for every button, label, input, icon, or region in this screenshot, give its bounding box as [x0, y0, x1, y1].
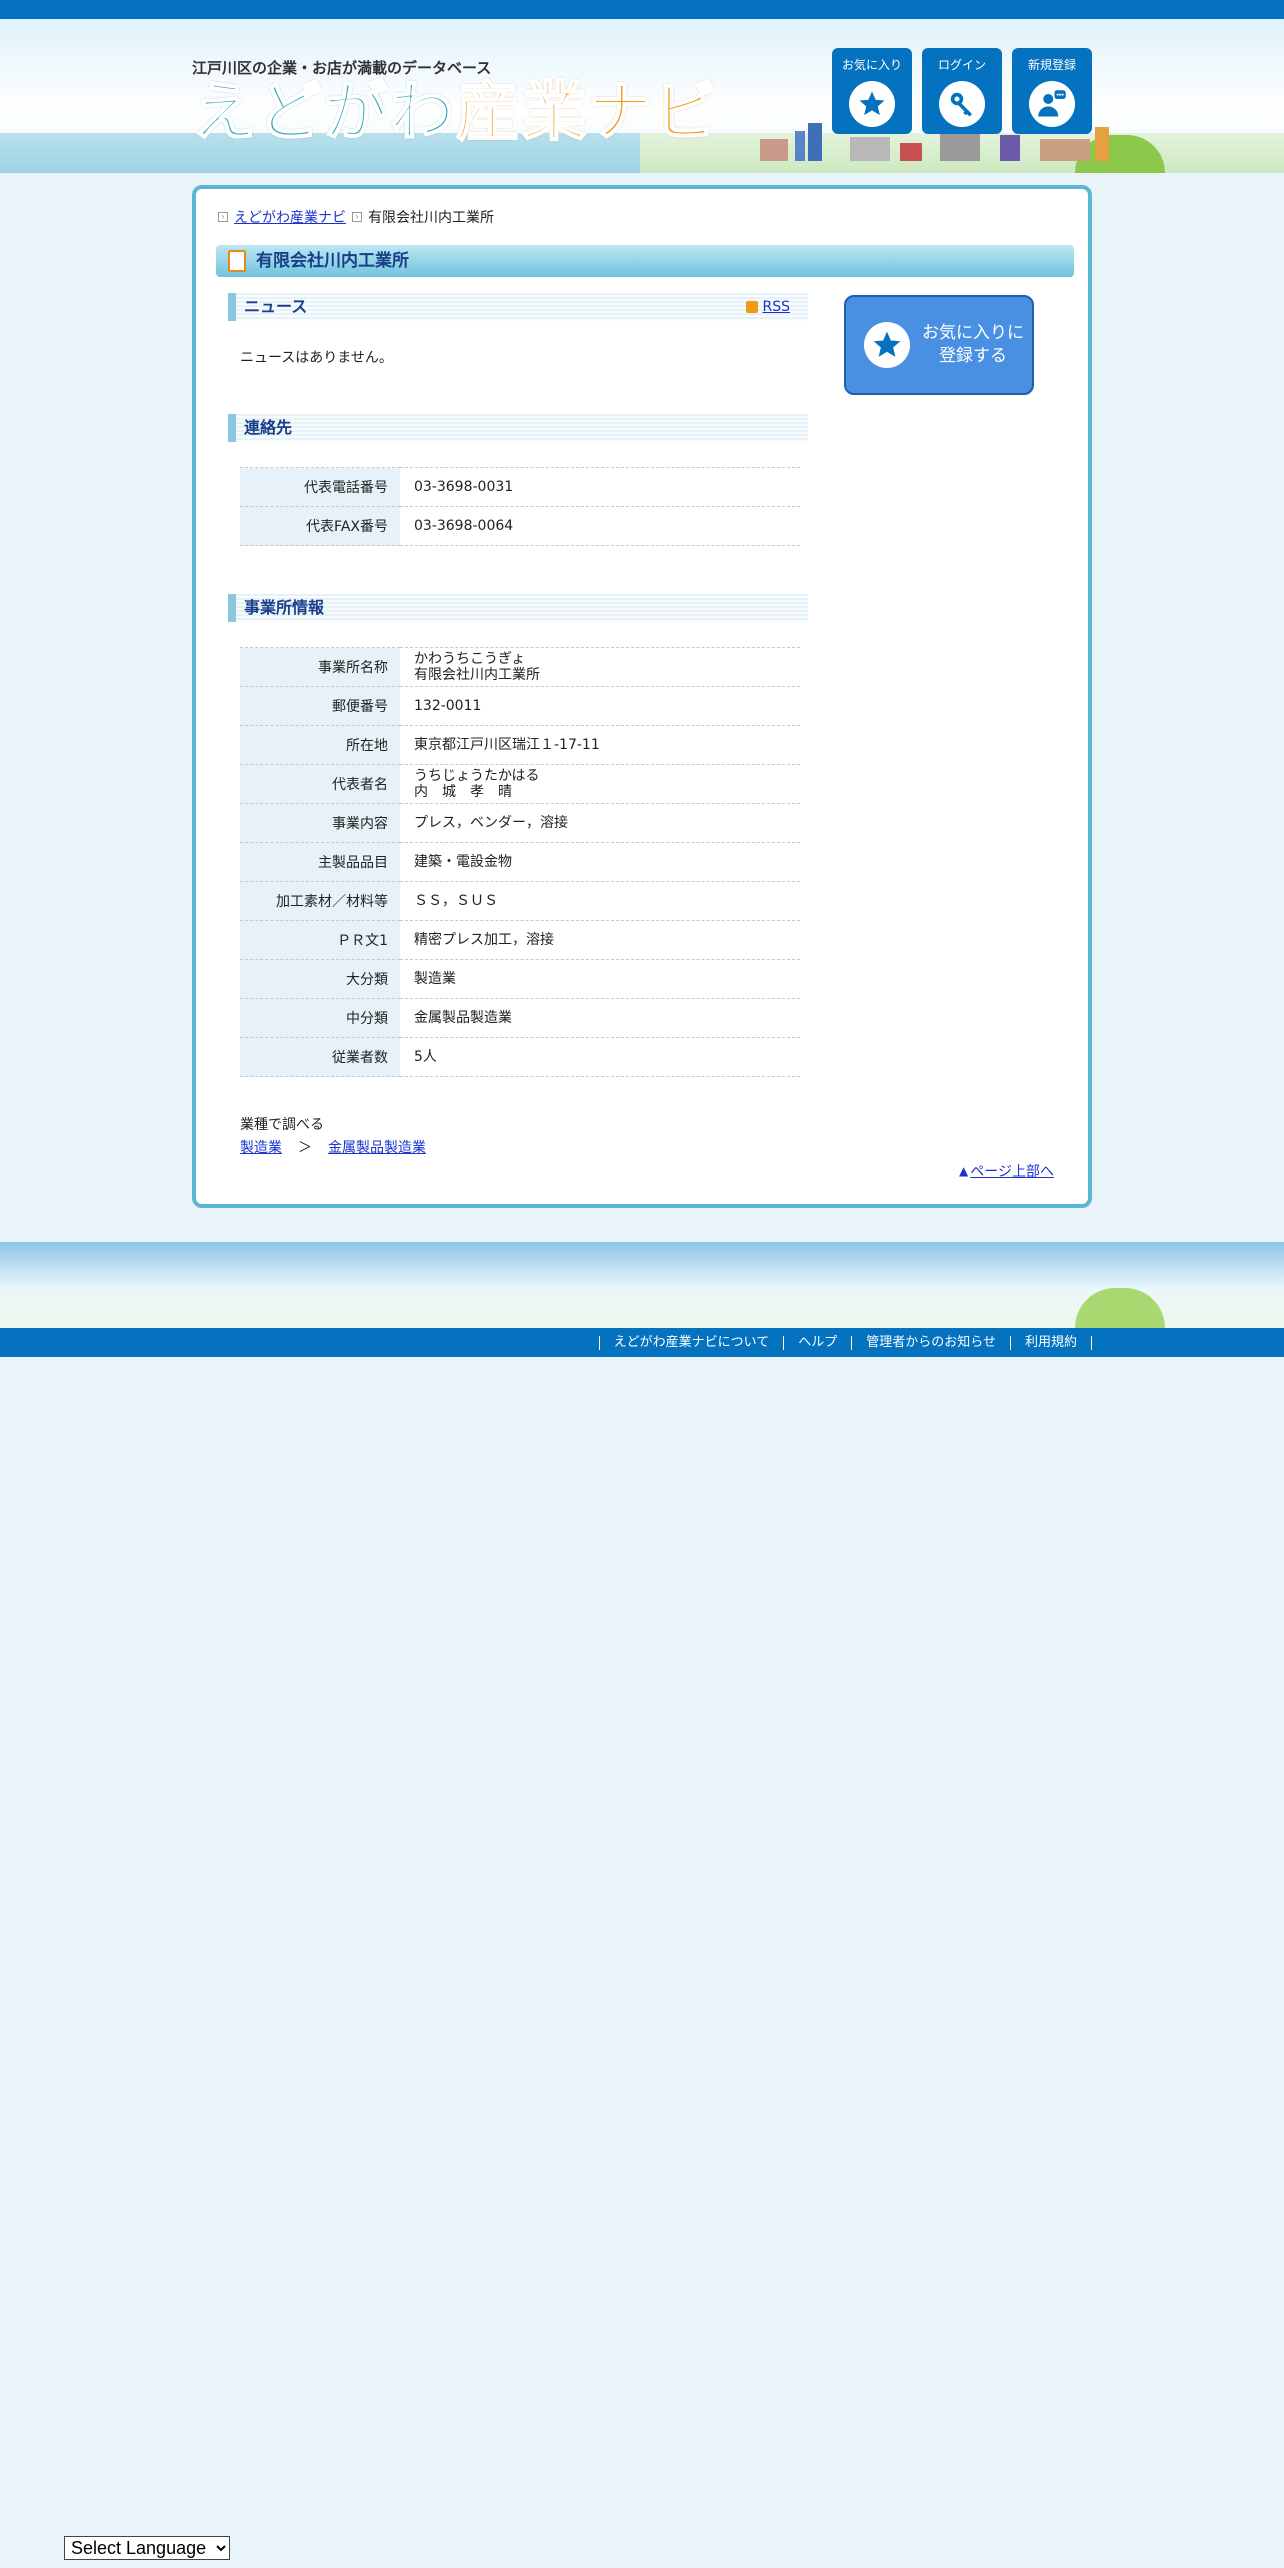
- footer-nav-bar: えどがわ産業ナビについて ヘルプ 管理者からのお知らせ 利用規約: [0, 1328, 1284, 1357]
- back-to-top[interactable]: ▲ ページ上部へ: [959, 1161, 1054, 1181]
- favorites-button[interactable]: お気に入り: [832, 48, 912, 134]
- industry-search-label: 業種で調べる: [240, 1117, 324, 1133]
- representative-value: 内 城 孝 晴: [414, 784, 512, 800]
- site-header: 江戸川区の企業・お店が満載のデータベース えどがわ産業ナビ お気に入り ログイン…: [0, 19, 1284, 173]
- logo-text-sangyo-navi: 産業ナビ: [455, 76, 720, 150]
- table-row: 代表者名 うちじょうたかはる内 城 孝 晴: [240, 764, 800, 804]
- language-select[interactable]: Select Language: [64, 2536, 230, 2560]
- news-heading-text: ニュース: [244, 297, 308, 316]
- main-content-panel: › えどがわ産業ナビ › 有限会社川内工業所 有限会社川内工業所 ニュース RS…: [192, 185, 1092, 1208]
- table-row: 主製品品目 建築・電設金物: [240, 842, 800, 882]
- register-button[interactable]: 新規登録: [1012, 48, 1092, 134]
- add-to-favorites-line2: 登録する: [939, 346, 1007, 366]
- table-row: 中分類 金属製品製造業: [240, 998, 800, 1038]
- register-button-label: 新規登録: [1027, 58, 1076, 72]
- site-tagline: 江戸川区の企業・お店が満載のデータベース: [192, 59, 492, 77]
- contact-heading-text: 連絡先: [244, 418, 293, 437]
- table-row: 郵便番号 132-0011: [240, 686, 800, 726]
- employees-label: 従業者数: [240, 1037, 400, 1077]
- back-to-top-link[interactable]: ページ上部へ: [970, 1161, 1054, 1181]
- industry-search: 業種で調べる 製造業 ＞ 金属製品製造業: [240, 1114, 426, 1160]
- address-value: 東京都江戸川区瑞江１-17-11: [400, 725, 800, 765]
- phone-label: 代表電話番号: [240, 467, 400, 507]
- favorites-button-label: お気に入り: [841, 58, 902, 72]
- login-button[interactable]: ログイン: [922, 48, 1002, 134]
- middle-category-value: 金属製品製造業: [400, 998, 800, 1038]
- table-row: 事業内容 プレス，ベンダー，溶接: [240, 803, 800, 843]
- site-logo[interactable]: えどがわ産業ナビ: [191, 76, 720, 150]
- add-to-favorites-button[interactable]: お気に入りに 登録する: [844, 295, 1034, 395]
- footer-link-terms[interactable]: 利用規約: [1009, 1335, 1092, 1350]
- fax-value: 03-3698-0064: [400, 506, 800, 546]
- postal-value: 132-0011: [400, 686, 800, 726]
- footer-scenery: [0, 1242, 1284, 1328]
- office-info-heading-text: 事業所情報: [244, 598, 325, 617]
- table-row: 所在地 東京都江戸川区瑞江１-17-11: [240, 725, 800, 765]
- office-name-label: 事業所名称: [240, 647, 400, 687]
- table-row: 事業所名称 かわうちこうぎょ 有限会社川内工業所: [240, 647, 800, 687]
- office-name-ruby: かわうちこうぎょ: [414, 651, 526, 667]
- office-name-value: 有限会社川内工業所: [414, 667, 540, 683]
- breadcrumb-home-link[interactable]: えどがわ産業ナビ: [234, 207, 346, 227]
- news-empty-message: ニュースはありません。: [240, 350, 393, 366]
- logo-text-edogawa: えどがわ: [191, 76, 456, 150]
- footer-link-notices[interactable]: 管理者からのお知らせ: [851, 1335, 1010, 1350]
- materials-label: 加工素材／材料等: [240, 881, 400, 921]
- document-icon: [228, 250, 246, 272]
- fax-label: 代表FAX番号: [240, 506, 400, 546]
- footer-scenery-bush: [1075, 1288, 1165, 1328]
- up-triangle-icon: ▲: [959, 1164, 969, 1178]
- materials-value: ＳＳ，ＳＵＳ: [400, 881, 800, 921]
- business-value: プレス，ベンダー，溶接: [400, 803, 800, 843]
- login-button-label: ログイン: [937, 58, 986, 72]
- representative-label: 代表者名: [240, 764, 400, 804]
- top-bar: [0, 0, 1284, 19]
- news-heading: ニュース RSS: [228, 293, 808, 321]
- pr-value: 精密プレス加工，溶接: [400, 920, 800, 960]
- star-icon: [873, 331, 901, 357]
- rss-link[interactable]: RSS: [762, 293, 790, 321]
- table-row: 大分類 製造業: [240, 959, 800, 999]
- table-row: 加工素材／材料等 ＳＳ，ＳＵＳ: [240, 881, 800, 921]
- page-title-text: 有限会社川内工業所: [256, 251, 409, 271]
- employees-value: 5人: [400, 1037, 800, 1077]
- contact-table: 代表電話番号 03-3698-0031 代表FAX番号 03-3698-0064: [240, 467, 800, 546]
- products-label: 主製品品目: [240, 842, 400, 882]
- major-category-value: 製造業: [400, 959, 800, 999]
- footer-link-help[interactable]: ヘルプ: [783, 1335, 851, 1350]
- breadcrumb-arrow-icon: ›: [352, 212, 362, 222]
- page-title: 有限会社川内工業所: [216, 245, 1074, 277]
- pr-label: ＰＲ文1: [240, 920, 400, 960]
- business-label: 事業内容: [240, 803, 400, 843]
- office-info-heading: 事業所情報: [228, 594, 808, 622]
- new-user-icon: [1038, 90, 1066, 117]
- phone-value: 03-3698-0031: [400, 467, 800, 507]
- rss-icon: [746, 301, 759, 313]
- footer-link-about[interactable]: えどがわ産業ナビについて: [598, 1335, 784, 1350]
- key-icon: [950, 92, 972, 117]
- address-label: 所在地: [240, 725, 400, 765]
- postal-label: 郵便番号: [240, 686, 400, 726]
- breadcrumb-current: 有限会社川内工業所: [368, 210, 494, 226]
- middle-category-label: 中分類: [240, 998, 400, 1038]
- breadcrumb: › えどがわ産業ナビ › 有限会社川内工業所: [218, 207, 494, 227]
- representative-ruby: うちじょうたかはる: [414, 768, 540, 784]
- contact-heading: 連絡先: [228, 414, 808, 442]
- add-to-favorites-line1: お気に入りに: [922, 323, 1024, 343]
- table-row: ＰＲ文1 精密プレス加工，溶接: [240, 920, 800, 960]
- products-value: 建築・電設金物: [400, 842, 800, 882]
- industry-separator: ＞: [298, 1140, 312, 1156]
- major-category-label: 大分類: [240, 959, 400, 999]
- breadcrumb-arrow-icon: ›: [218, 212, 228, 222]
- industry-link-metal-products[interactable]: 金属製品製造業: [328, 1140, 426, 1156]
- table-row: 代表電話番号 03-3698-0031: [240, 467, 800, 507]
- table-row: 代表FAX番号 03-3698-0064: [240, 506, 800, 546]
- star-icon: [859, 91, 885, 116]
- office-info-table: 事業所名称 かわうちこうぎょ 有限会社川内工業所 郵便番号 132-0011 所在地東…: [240, 647, 800, 1077]
- industry-link-manufacturing[interactable]: 製造業: [240, 1140, 282, 1156]
- table-row: 従業者数 5人: [240, 1037, 800, 1077]
